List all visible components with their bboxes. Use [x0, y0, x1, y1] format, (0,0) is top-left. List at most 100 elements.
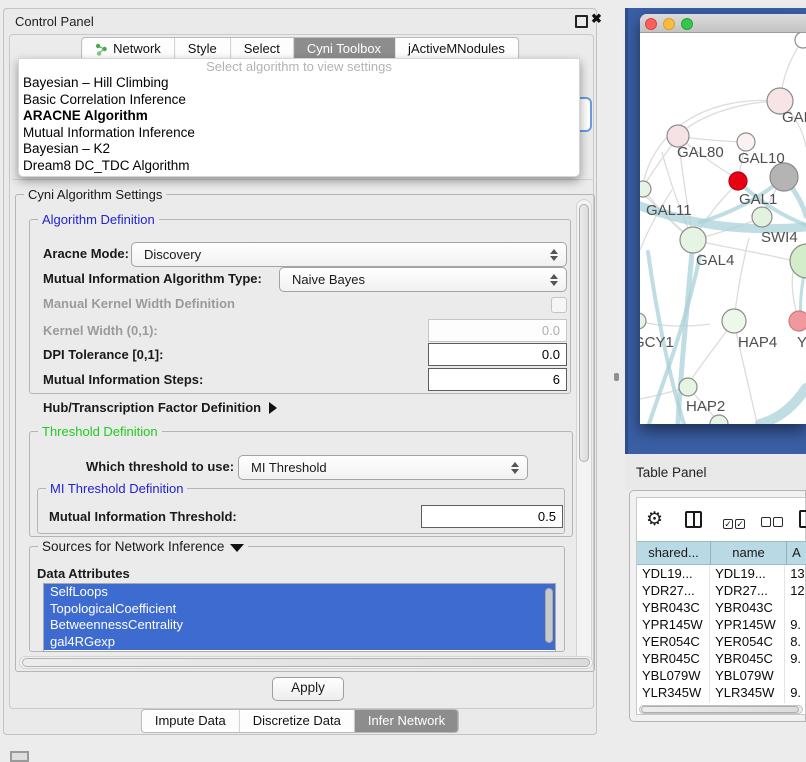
- algorithm-option-dream8-dc-tdc-algorithm[interactable]: Dream8 DC_TDC Algorithm: [19, 158, 579, 175]
- export-table-icon[interactable]: [799, 510, 806, 528]
- table-row[interactable]: YBR043CYBR043C: [637, 599, 805, 616]
- column-header-shared[interactable]: shared...: [637, 541, 711, 565]
- settings-vertical-scrollbar[interactable]: [576, 199, 592, 665]
- table-horizontal-scrollbar[interactable]: [639, 705, 803, 714]
- control-panel-window: Control Panel ✖ NetworkStyleSelectCyni T…: [3, 8, 597, 735]
- divider: [12, 179, 594, 180]
- tab-discretize-data[interactable]: Discretize Data: [240, 710, 355, 732]
- aracne-mode-combobox[interactable]: Discovery: [131, 242, 567, 267]
- table-row[interactable]: YBL079WYBL079W: [637, 667, 805, 684]
- data-attributes-list[interactable]: SelfLoopsTopologicalCoefficientBetweenne…: [43, 583, 556, 652]
- mi-type-value: Naive Bayes: [292, 272, 365, 287]
- table-cell: YER054C: [637, 633, 710, 650]
- zoom-traffic-light-icon[interactable]: [681, 18, 693, 30]
- select-all-columns-icon[interactable]: ✓✓: [723, 515, 745, 530]
- panel-splitter-handle[interactable]: [614, 373, 619, 381]
- kernel-width-input[interactable]: [428, 319, 567, 342]
- minimized-panel-icon[interactable]: [10, 751, 29, 762]
- table-cell: YDL19...: [710, 565, 785, 582]
- network-node-gal4[interactable]: [680, 227, 706, 253]
- table-row[interactable]: YDL19...YDL19...13: [637, 565, 805, 582]
- tab-select[interactable]: Select: [231, 38, 294, 60]
- table-hscrollbar-thumb[interactable]: [641, 706, 799, 713]
- algorithm-option-mutual-information-inference[interactable]: Mutual Information Inference: [19, 125, 579, 142]
- network-node-y[interactable]: [789, 311, 806, 331]
- network-view-window[interactable]: GALGAL80GAL10GAL11GAL1SWI4GAL4GCY1HAP4YH…: [640, 14, 806, 424]
- network-node-gal11[interactable]: [640, 181, 651, 197]
- table-row[interactable]: YPR145WYPR145W9.: [637, 616, 805, 633]
- mi-algorithm-type-combobox[interactable]: Naive Bayes: [279, 267, 567, 292]
- network-edge[interactable]: [678, 101, 780, 136]
- window-title: Control Panel: [15, 14, 94, 29]
- dropdown-placeholder: Select algorithm to view settings: [19, 59, 579, 75]
- tab-cyni-toolbox[interactable]: Cyni Toolbox: [294, 38, 395, 60]
- tab-infer-network[interactable]: Infer Network: [355, 710, 458, 732]
- mi-type-label: Mutual Information Algorithm Type:: [43, 271, 262, 286]
- network-node-hap4[interactable]: [722, 309, 746, 333]
- attribute-gal4rgexp[interactable]: gal4RGexp: [44, 634, 555, 651]
- node-label-gal1: GAL1: [739, 191, 777, 208]
- network-node[interactable]: [737, 133, 755, 151]
- mi-threshold-input[interactable]: [421, 505, 563, 528]
- attribute-betweennesscentrality[interactable]: BetweennessCentrality: [44, 617, 555, 634]
- network-edge[interactable]: [643, 100, 780, 185]
- which-threshold-label: Which threshold to use:: [86, 459, 234, 474]
- table-row[interactable]: YDR27...YDR27...12: [637, 582, 805, 599]
- tab-network[interactable]: Network: [82, 38, 175, 60]
- float-window-icon[interactable]: [575, 15, 588, 28]
- settings-hscrollbar-thumb[interactable]: [22, 658, 590, 667]
- table-row[interactable]: YLR345WYLR345W9.: [637, 684, 805, 701]
- algorithm-option-basic-correlation-inference[interactable]: Basic Correlation Inference: [19, 92, 579, 109]
- mi-steps-input[interactable]: [428, 368, 567, 391]
- tab-style[interactable]: Style: [175, 38, 231, 60]
- hub-definition-toggle[interactable]: Hub/Transcription Factor Definition: [43, 400, 277, 415]
- settings-scrollbar-thumb[interactable]: [579, 204, 589, 462]
- network-edge[interactable]: [640, 321, 710, 326]
- manual-kernel-checkbox[interactable]: [551, 297, 567, 313]
- mi-threshold-label: Mutual Information Threshold:: [49, 509, 237, 524]
- table-row[interactable]: YIL052CYIL052C9: [637, 701, 805, 703]
- network-node[interactable]: [795, 33, 806, 48]
- table-cell: YBR043C: [637, 599, 710, 616]
- network-node-gal1[interactable]: [752, 207, 772, 227]
- sources-title[interactable]: Sources for Network Inference: [38, 539, 248, 554]
- algorithm-option-bayesian-k2[interactable]: Bayesian – K2: [19, 141, 579, 158]
- attribute-selfloops[interactable]: SelfLoops: [44, 584, 555, 601]
- network-edge[interactable]: [640, 190, 672, 250]
- mi-steps-label: Mutual Information Steps:: [43, 372, 203, 387]
- column-header-a[interactable]: A: [787, 541, 806, 565]
- table-cell: YPR145W: [637, 616, 710, 633]
- deselect-all-columns-icon[interactable]: [761, 515, 783, 530]
- network-window-titlebar[interactable]: [640, 14, 806, 33]
- split-columns-icon[interactable]: [685, 511, 702, 528]
- table-cell: 12: [785, 582, 805, 599]
- apply-button[interactable]: Apply: [272, 677, 344, 701]
- network-node-gcy1[interactable]: [640, 313, 646, 329]
- which-threshold-combobox[interactable]: MI Threshold: [238, 455, 528, 480]
- close-traffic-light-icon[interactable]: [645, 18, 657, 30]
- dpi-tolerance-input[interactable]: [428, 343, 567, 366]
- tab-jactivemnodules[interactable]: jActiveMNodules: [395, 38, 518, 60]
- network-edge-highlighted[interactable]: [760, 388, 806, 424]
- network-node-hap2[interactable]: [679, 378, 697, 396]
- column-header-name[interactable]: name: [711, 541, 787, 565]
- table-row[interactable]: YER054CYER054C8.: [637, 633, 805, 650]
- table-row[interactable]: YBR045CYBR045C9.: [637, 650, 805, 667]
- algorithm-option-aracne-algorithm[interactable]: ARACNE Algorithm: [19, 108, 579, 125]
- algorithm-option-bayesian-hill-climbing[interactable]: Bayesian – Hill Climbing: [19, 75, 579, 92]
- network-node[interactable]: [710, 415, 728, 424]
- attribute-topologicalcoefficient[interactable]: TopologicalCoefficient: [44, 601, 555, 618]
- close-window-icon[interactable]: ✖: [591, 11, 602, 27]
- table-settings-gear-icon[interactable]: ⚙: [646, 510, 663, 529]
- attribute-list-scrollbar-thumb[interactable]: [545, 588, 553, 643]
- network-graph-canvas[interactable]: GALGAL80GAL10GAL11GAL1SWI4GAL4GCY1HAP4YH…: [640, 33, 806, 424]
- network-node[interactable]: [770, 163, 798, 191]
- settings-horizontal-scrollbar[interactable]: [19, 656, 593, 669]
- table-cell: YLR345W: [710, 684, 785, 701]
- tab-impute-data[interactable]: Impute Data: [142, 710, 240, 732]
- minimize-traffic-light-icon[interactable]: [663, 18, 675, 30]
- table-cell: YBR045C: [710, 650, 785, 667]
- network-node-gal10[interactable]: [729, 172, 747, 190]
- table-cell: YPR145W: [710, 616, 785, 633]
- table-rows[interactable]: YDL19...YDL19...13YDR27...YDR27...12YBR0…: [637, 565, 805, 703]
